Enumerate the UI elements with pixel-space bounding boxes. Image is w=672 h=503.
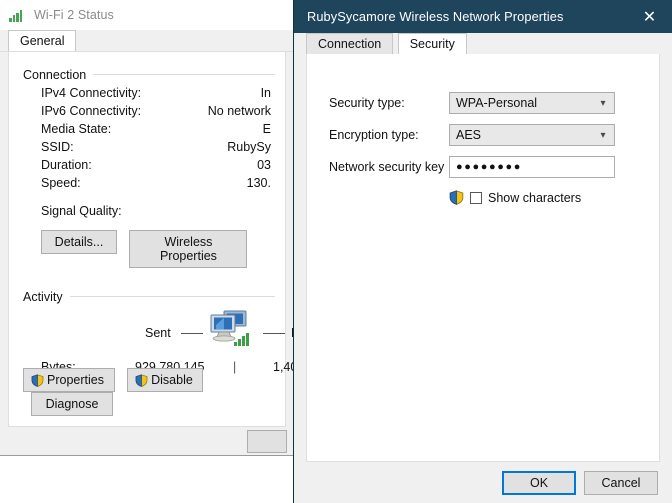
row-key: SSID: (41, 140, 74, 154)
details-button[interactable]: Details... (41, 230, 117, 254)
status-tabstrip: General (0, 30, 295, 52)
cancel-button[interactable]: Cancel (584, 470, 658, 495)
ok-button[interactable]: OK (502, 470, 576, 495)
row-key: IPv4 Connectivity: (41, 86, 142, 100)
dialog-titlebar: RubySycamore Wireless Network Properties… (294, 0, 672, 33)
table-row: IPv4 Connectivity: In (23, 86, 275, 100)
table-row: SSID: RubySy (23, 140, 275, 154)
row-value: In (260, 86, 271, 100)
encryption-type-label: Encryption type: (329, 128, 419, 142)
row-key: Speed: (41, 176, 81, 190)
uac-shield-icon (31, 373, 44, 387)
dialog-tabstrip: Connection Security (294, 33, 672, 54)
wifi-signal-icon (9, 9, 25, 22)
encryption-type-row: Encryption type: AES ▾ (329, 124, 615, 146)
network-security-key-label: Network security key (329, 160, 445, 174)
security-type-label: Security type: (329, 96, 405, 110)
row-value: E (262, 122, 271, 136)
signal-quality-row: Signal Quality: (23, 204, 275, 218)
properties-button-label: Properties (47, 373, 104, 387)
table-row: Media State: E (23, 122, 275, 136)
dialog-title: RubySycamore Wireless Network Properties (307, 9, 564, 24)
uac-shield-icon (135, 373, 148, 387)
row-value: 130. (246, 176, 271, 190)
table-row: Duration: 03 (23, 158, 275, 172)
table-row: IPv6 Connectivity: No network (23, 104, 275, 118)
security-type-select[interactable]: WPA-Personal ▾ (449, 92, 615, 114)
tab-security[interactable]: Security (397, 33, 467, 54)
security-tab-panel: Security type: WPA-Personal ▾ Encryption… (306, 54, 660, 462)
security-type-row: Security type: WPA-Personal ▾ (329, 92, 615, 114)
security-type-value: WPA-Personal (456, 96, 538, 110)
general-tab-panel: Connection IPv4 Connectivity: In IPv6 Co… (8, 52, 295, 427)
status-window-footer (0, 427, 295, 455)
received-connector-line (263, 333, 285, 334)
sent-connector-line (181, 333, 203, 334)
row-value: No network (207, 104, 271, 118)
activity-group: Activity Sent Bytes: 929,780,145 | 1,4 (23, 288, 295, 380)
network-security-key-row: Network security key ●●●●●●●● (329, 156, 615, 178)
encryption-type-select[interactable]: AES ▾ (449, 124, 615, 146)
two-computers-network-icon (207, 308, 251, 348)
status-window-title: Wi-Fi 2 Status (34, 8, 114, 22)
row-key: Media State: (41, 122, 112, 136)
close-icon[interactable]: ✕ (627, 0, 672, 33)
table-row: Speed: 130. (23, 176, 275, 190)
row-key: IPv6 Connectivity: (41, 104, 142, 118)
dialog-body: Connection Security Security type: WPA-P… (294, 33, 672, 503)
show-characters-checkbox[interactable] (470, 191, 482, 204)
sent-label: Sent (145, 326, 171, 340)
connection-group-title: Connection (23, 68, 94, 82)
close-button[interactable] (247, 430, 287, 453)
show-characters-label: Show characters (488, 190, 582, 205)
wireless-network-properties-dialog: RubySycamore Wireless Network Properties… (293, 0, 672, 503)
status-action-buttons: Properties Disable Diagnose (23, 368, 285, 416)
network-security-key-input[interactable]: ●●●●●●●● (449, 156, 615, 178)
chevron-down-icon: ▾ (600, 97, 606, 109)
show-characters-row: Show characters (449, 190, 615, 205)
row-value: 03 (257, 158, 271, 172)
row-value: RubySy (227, 140, 271, 154)
disable-button[interactable]: Disable (127, 368, 204, 392)
status-window-body: General Connection IPv4 Connectivity: In… (0, 30, 295, 455)
dialog-footer: OK Cancel (294, 462, 672, 503)
row-key: Duration: (41, 158, 92, 172)
network-security-key-value: ●●●●●●●● (456, 161, 522, 173)
encryption-type-value: AES (456, 128, 482, 142)
status-window-titlebar: Wi-Fi 2 Status (0, 0, 295, 30)
wireless-properties-button[interactable]: Wireless Properties (129, 230, 248, 268)
tab-connection[interactable]: Connection (306, 33, 394, 54)
diagnose-button[interactable]: Diagnose (31, 392, 113, 416)
tab-general[interactable]: General (8, 30, 77, 51)
connection-group: Connection IPv4 Connectivity: In IPv6 Co… (23, 66, 275, 268)
activity-group-title: Activity (23, 290, 70, 304)
chevron-down-icon: ▾ (600, 129, 606, 141)
disable-button-label: Disable (151, 373, 193, 387)
properties-button[interactable]: Properties (23, 368, 115, 392)
wifi-status-window: Wi-Fi 2 Status General Connection IPv4 C… (0, 0, 296, 456)
signal-quality-label: Signal Quality: (41, 204, 122, 218)
uac-shield-icon (449, 190, 464, 205)
